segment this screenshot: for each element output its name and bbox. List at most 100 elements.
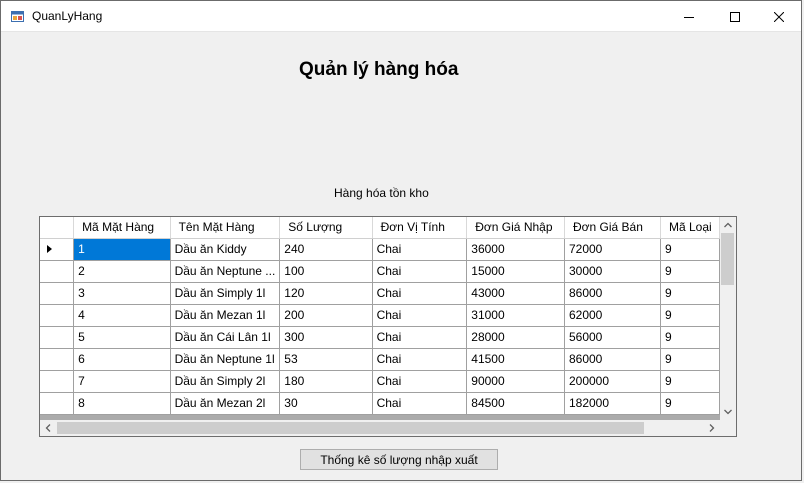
cell-don-gia-nhap[interactable]: 36000 [466, 238, 565, 261]
cell-ma-loai[interactable]: 9 [660, 370, 720, 393]
row-header[interactable] [40, 370, 75, 393]
header-row: Mã Mặt Hàng Tên Mặt Hàng Số Lượng Đơn Vị… [40, 217, 720, 239]
table-row[interactable]: 8 Dầu ăn Mezan 2l 30 Chai 84500 182000 9 [40, 392, 720, 415]
cell-so-luong[interactable]: 200 [279, 304, 373, 327]
maximize-button[interactable] [712, 1, 758, 32]
table-row[interactable]: 2 Dầu ăn Neptune ... 100 Chai 15000 30000 9 [40, 260, 720, 283]
cell-so-luong[interactable]: 180 [279, 370, 373, 393]
cell-don-vi-tinh[interactable]: Chai [372, 392, 468, 415]
cell-ma-loai[interactable]: 9 [660, 326, 720, 349]
cell-ma-mat-hang[interactable]: 6 [73, 348, 171, 371]
column-header-ma-mat-hang[interactable]: Mã Mặt Hàng [73, 217, 171, 239]
table-row[interactable]: 7 Dầu ăn Simply 2l 180 Chai 90000 200000 9 [40, 370, 720, 393]
cell-don-vi-tinh[interactable]: Chai [372, 326, 468, 349]
cell-don-gia-ban[interactable]: 182000 [564, 392, 661, 415]
cell-don-vi-tinh[interactable]: Chai [372, 238, 468, 261]
cell-ma-mat-hang[interactable]: 5 [73, 326, 171, 349]
cell-don-gia-nhap[interactable]: 41500 [466, 348, 565, 371]
cell-don-vi-tinh[interactable]: Chai [372, 304, 468, 327]
row-header[interactable] [40, 304, 75, 327]
row-header[interactable] [40, 282, 75, 305]
cell-so-luong[interactable]: 30 [279, 392, 373, 415]
cell-ma-mat-hang[interactable]: 1 [73, 238, 171, 261]
scroll-right-button[interactable] [704, 420, 720, 436]
cell-don-gia-ban[interactable]: 62000 [564, 304, 661, 327]
cell-ten-mat-hang[interactable]: Dầu ăn Simply 1l [170, 282, 281, 305]
cell-ma-loai[interactable]: 9 [660, 282, 720, 305]
cell-don-gia-ban[interactable]: 86000 [564, 348, 661, 371]
column-header-ma-loai[interactable]: Mã Loại [660, 217, 720, 239]
cell-ten-mat-hang[interactable]: Dầu ăn Neptune ... [170, 260, 281, 283]
cell-ma-mat-hang[interactable]: 7 [73, 370, 171, 393]
row-header[interactable] [40, 348, 75, 371]
cell-so-luong[interactable]: 120 [279, 282, 373, 305]
scroll-down-button[interactable] [720, 404, 736, 420]
cell-don-gia-nhap[interactable]: 15000 [466, 260, 565, 283]
cell-ten-mat-hang[interactable]: Dầu ăn Cái Lân 1l [170, 326, 281, 349]
inventory-grid[interactable]: Mã Mặt Hàng Tên Mặt Hàng Số Lượng Đơn Vị… [39, 216, 737, 437]
cell-ma-loai[interactable]: 9 [660, 348, 720, 371]
cell-ma-loai[interactable]: 9 [660, 304, 720, 327]
table-row[interactable]: 6 Dầu ăn Neptune 1l 53 Chai 41500 86000 9 [40, 348, 720, 371]
table-row[interactable]: 3 Dầu ăn Simply 1l 120 Chai 43000 86000 9 [40, 282, 720, 305]
cell-ten-mat-hang[interactable]: Dầu ăn Simply 2l [170, 370, 281, 393]
row-header[interactable] [40, 326, 75, 349]
grid-caption: Hàng hóa tồn kho [334, 186, 429, 200]
cell-so-luong[interactable]: 100 [279, 260, 373, 283]
cell-so-luong[interactable]: 240 [279, 238, 373, 261]
row-header[interactable] [40, 260, 75, 283]
cell-don-vi-tinh[interactable]: Chai [372, 348, 468, 371]
table-row[interactable]: 5 Dầu ăn Cái Lân 1l 300 Chai 28000 56000 9 [40, 326, 720, 349]
cell-ma-mat-hang[interactable]: 2 [73, 260, 171, 283]
scroll-down-icon [724, 409, 732, 415]
vertical-scrollbar[interactable] [720, 217, 736, 420]
cell-don-gia-nhap[interactable]: 43000 [466, 282, 565, 305]
app-icon [11, 10, 24, 23]
horizontal-scroll-thumb[interactable] [57, 422, 644, 434]
cell-ma-mat-hang[interactable]: 3 [73, 282, 171, 305]
column-header-don-gia-nhap[interactable]: Đơn Giá Nhập [466, 217, 565, 239]
cell-don-gia-ban[interactable]: 56000 [564, 326, 661, 349]
cell-don-vi-tinh[interactable]: Chai [372, 260, 468, 283]
cell-ten-mat-hang[interactable]: Dầu ăn Mezan 2l [170, 392, 281, 415]
cell-ma-loai[interactable]: 9 [660, 392, 720, 415]
grid-corner-cell[interactable] [40, 217, 75, 239]
column-header-ten-mat-hang[interactable]: Tên Mặt Hàng [170, 217, 281, 239]
cell-ma-mat-hang[interactable]: 8 [73, 392, 171, 415]
cell-ten-mat-hang[interactable]: Dầu ăn Neptune 1l [170, 348, 281, 371]
cell-ma-loai[interactable]: 9 [660, 260, 720, 283]
cell-don-gia-nhap[interactable]: 31000 [466, 304, 565, 327]
cell-don-vi-tinh[interactable]: Chai [372, 282, 468, 305]
cell-don-gia-nhap[interactable]: 84500 [466, 392, 565, 415]
cell-so-luong[interactable]: 300 [279, 326, 373, 349]
cell-ten-mat-hang[interactable]: Dầu ăn Mezan 1l [170, 304, 281, 327]
table-row[interactable]: 4 Dầu ăn Mezan 1l 200 Chai 31000 62000 9 [40, 304, 720, 327]
title-bar[interactable]: QuanLyHang [1, 1, 801, 32]
scroll-up-button[interactable] [720, 217, 736, 233]
cell-ma-loai[interactable]: 9 [660, 238, 720, 261]
column-header-don-vi-tinh[interactable]: Đơn Vị Tính [372, 217, 468, 239]
stats-import-export-button[interactable]: Thống kê số lượng nhập xuất [300, 449, 498, 470]
close-button[interactable] [756, 1, 802, 32]
column-header-so-luong[interactable]: Số Lượng [279, 217, 373, 239]
cell-don-gia-ban[interactable]: 72000 [564, 238, 661, 261]
scroll-left-button[interactable] [40, 420, 56, 436]
cell-ten-mat-hang[interactable]: Dầu ăn Kiddy [170, 238, 281, 261]
cell-don-gia-ban[interactable]: 86000 [564, 282, 661, 305]
horizontal-scrollbar[interactable] [40, 420, 720, 436]
main-window: QuanLyHang Quản lý hàng hóa Hàng hóa tồn… [0, 0, 802, 481]
cell-ma-mat-hang[interactable]: 4 [73, 304, 171, 327]
cell-don-vi-tinh[interactable]: Chai [372, 370, 468, 393]
minimize-button[interactable] [666, 1, 712, 32]
vertical-scroll-thumb[interactable] [721, 233, 734, 285]
inventory-table: Mã Mặt Hàng Tên Mặt Hàng Số Lượng Đơn Vị… [40, 217, 720, 415]
cell-don-gia-ban[interactable]: 200000 [564, 370, 661, 393]
row-header[interactable] [40, 392, 75, 415]
table-row[interactable]: 1 Dầu ăn Kiddy 240 Chai 36000 72000 9 [40, 238, 720, 261]
cell-don-gia-nhap[interactable]: 90000 [466, 370, 565, 393]
cell-don-gia-nhap[interactable]: 28000 [466, 326, 565, 349]
row-header[interactable] [40, 238, 75, 261]
cell-so-luong[interactable]: 53 [279, 348, 373, 371]
cell-don-gia-ban[interactable]: 30000 [564, 260, 661, 283]
column-header-don-gia-ban[interactable]: Đơn Giá Bán [564, 217, 661, 239]
